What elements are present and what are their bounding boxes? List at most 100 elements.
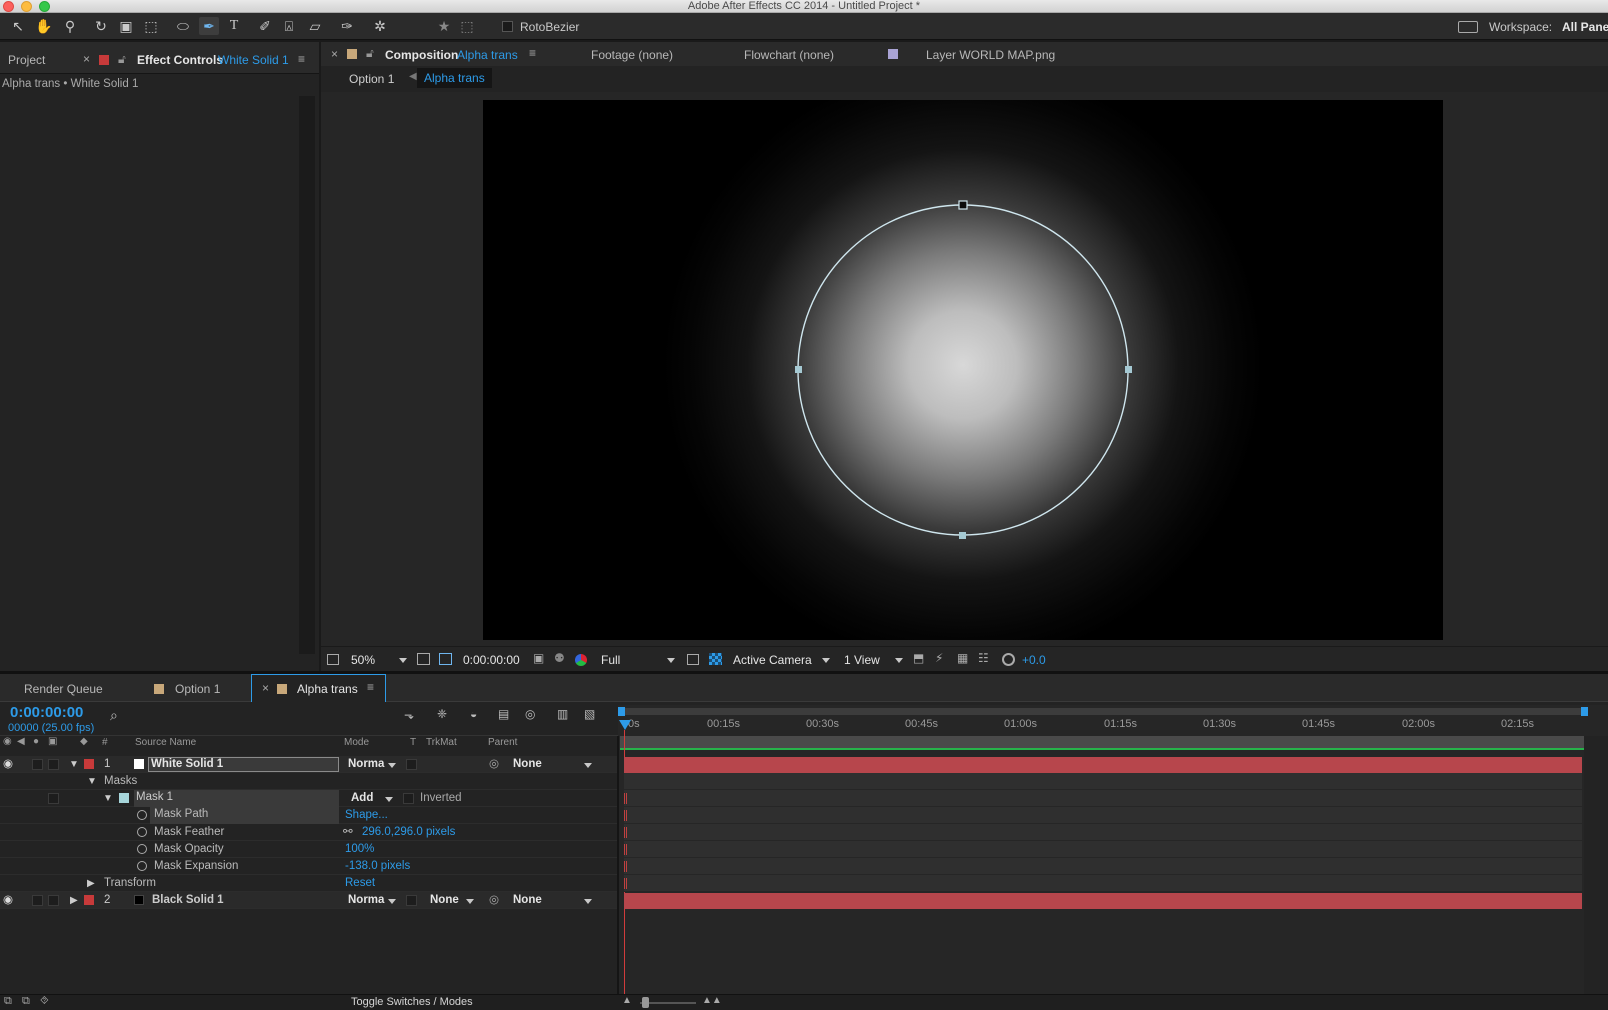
eye-icon[interactable]: ◉ — [3, 893, 13, 908]
ellipse-tool-icon[interactable]: ⬭ — [173, 17, 193, 35]
mask-feather-row[interactable]: Mask Feather ⚯ 296.0,296.0 pixels — [0, 824, 618, 841]
stopwatch-icon[interactable] — [137, 810, 147, 820]
camera-tool-icon[interactable]: ▣ — [116, 17, 136, 35]
chevron-down-icon[interactable] — [466, 899, 474, 904]
modes-pane-icon[interactable]: ⧉ — [22, 995, 30, 1008]
zoom-slider-thumb[interactable] — [642, 997, 649, 1008]
mask-vertex-bottom[interactable] — [959, 532, 966, 539]
tab-layer[interactable]: Layer WORLD MAP.png — [926, 48, 1055, 62]
current-time-display[interactable]: 0:00:00:00 — [10, 704, 83, 721]
rotobezier-checkbox[interactable] — [502, 21, 513, 32]
frame-blending-icon[interactable]: ▤ — [498, 707, 509, 721]
blend-mode-select[interactable]: Norma — [348, 757, 384, 772]
parent-select[interactable]: None — [513, 757, 542, 772]
effect-controls-layer-name[interactable]: White Solid 1 — [218, 53, 289, 67]
expand-triangle-icon[interactable]: ▼ — [103, 791, 113, 806]
mask-feather-value[interactable]: 296.0,296.0 pixels — [362, 825, 455, 840]
lock-icon[interactable]: 🔓︎ — [118, 52, 126, 67]
audio-column-icon[interactable]: ◀ — [17, 736, 25, 747]
current-time-indicator-head[interactable] — [619, 720, 631, 730]
layer-switches-pane-icon[interactable]: ⧉ — [4, 995, 12, 1008]
mask-expansion-value[interactable]: -138.0 pixels — [345, 859, 410, 874]
mask-path-row[interactable]: Mask Path Shape... — [0, 807, 618, 824]
lock-icon[interactable]: 🔓︎ — [366, 46, 374, 61]
constrain-proportions-icon[interactable]: ⚯ — [343, 825, 353, 840]
shy-layers-icon[interactable]: ◒ — [470, 707, 477, 721]
panel-menu-icon[interactable]: ≡ — [529, 46, 536, 60]
mask-name[interactable]: Mask 1 — [136, 791, 173, 803]
mask-1-row[interactable]: ▼ Mask 1 Add Inverted — [0, 790, 618, 807]
work-area-bar[interactable] — [620, 736, 1584, 750]
star-icon[interactable]: ★ — [434, 17, 454, 35]
chevron-down-icon[interactable] — [584, 763, 592, 768]
channels-icon[interactable] — [575, 654, 587, 666]
mask-visibility-icon[interactable] — [439, 653, 452, 665]
keyframe-marker[interactable] — [624, 827, 627, 838]
show-snapshot-icon[interactable]: ⚉ — [554, 651, 565, 665]
region-of-interest-icon[interactable] — [687, 654, 699, 665]
search-input[interactable] — [128, 710, 388, 724]
mask-name-field[interactable]: Mask 1 — [134, 790, 339, 807]
keyframe-marker[interactable] — [624, 793, 627, 804]
keyframe-marker[interactable] — [624, 844, 627, 855]
mask-opacity-row[interactable]: Mask Opacity 100% — [0, 841, 618, 858]
draft-3d-icon[interactable]: ❈ — [437, 707, 447, 721]
clone-stamp-tool-icon[interactable]: ⍓ — [279, 17, 299, 35]
panel-menu-icon[interactable]: ≡ — [298, 52, 305, 66]
motion-blur-icon[interactable]: ◎ — [525, 707, 535, 721]
mask-color-swatch[interactable] — [119, 793, 129, 803]
layer-row-1[interactable]: ◉ ▼ 1 White Solid 1 Norma ◎ None — [0, 756, 618, 773]
mask-expansion-row[interactable]: Mask Expansion -138.0 pixels — [0, 858, 618, 875]
layer-bar-2[interactable] — [624, 893, 1582, 909]
exposure-value[interactable]: +0.0 — [1022, 653, 1046, 667]
layer-name[interactable]: White Solid 1 — [151, 758, 223, 770]
selection-tool-icon[interactable]: ↖ — [8, 17, 28, 35]
layer-name-field[interactable]: White Solid 1 — [148, 757, 339, 772]
label-column-icon[interactable]: ◆ — [80, 736, 88, 747]
pen-tool-icon[interactable]: ✒ — [199, 17, 219, 35]
composition-canvas[interactable] — [483, 100, 1443, 640]
puppet-pin-tool-icon[interactable]: ✲ — [370, 17, 390, 35]
inverted-checkbox[interactable] — [403, 793, 414, 804]
solo-column-icon[interactable]: ● — [33, 736, 39, 747]
tab-alpha-trans-active[interactable]: × Alpha trans ≡ — [251, 674, 386, 702]
zoom-out-icon[interactable]: ▲ — [622, 995, 632, 1006]
mask-lock-switch[interactable] — [48, 793, 59, 804]
eye-icon[interactable]: ◉ — [3, 757, 13, 772]
composition-mini-flowchart-icon[interactable]: ⬎ — [404, 708, 414, 722]
safe-zones-icon[interactable] — [417, 653, 430, 665]
solo-switch[interactable] — [32, 759, 43, 770]
timeline-icon[interactable]: ▦ — [957, 651, 968, 665]
close-icon[interactable]: × — [262, 681, 269, 695]
time-navigator-start-handle[interactable] — [618, 707, 625, 716]
zoom-in-icon[interactable]: ▲▲ — [702, 995, 722, 1006]
preserve-transparency-switch[interactable] — [406, 895, 417, 906]
stopwatch-icon[interactable] — [137, 844, 147, 854]
chevron-down-icon[interactable] — [667, 658, 675, 663]
mask-path-value[interactable]: Shape... — [345, 808, 388, 823]
mask-mode-select[interactable]: Add — [351, 791, 373, 806]
layer-bar-1[interactable] — [624, 757, 1582, 773]
reset-exposure-icon[interactable] — [1002, 653, 1015, 666]
solo-switch[interactable] — [32, 895, 43, 906]
resolution-select[interactable]: Full — [601, 653, 620, 667]
mask-vertex-left[interactable] — [795, 366, 802, 373]
snapshot-camera-icon[interactable]: ▣ — [533, 651, 544, 665]
nav-crumb-option-1[interactable]: Option 1 — [349, 72, 394, 86]
mask-vertex-right[interactable] — [1125, 366, 1132, 373]
grid-snap-icon[interactable]: ⬚ — [457, 17, 477, 35]
blend-mode-select[interactable]: Norma — [348, 893, 384, 908]
search-icon[interactable]: ⌕ — [110, 707, 118, 724]
chevron-down-icon[interactable] — [399, 658, 407, 663]
type-tool-icon[interactable]: T — [224, 17, 244, 35]
keyframe-marker[interactable] — [624, 810, 627, 821]
graph-editor-icon[interactable]: ▧ — [584, 707, 595, 721]
chevron-down-icon[interactable] — [385, 797, 393, 802]
lock-column-icon[interactable]: ▣ — [48, 736, 57, 747]
in-out-pane-icon[interactable]: ⯑ — [40, 995, 49, 1008]
composition-name[interactable]: Alpha trans — [457, 48, 518, 62]
scrollbar[interactable] — [299, 96, 315, 654]
close-icon[interactable]: × — [331, 47, 338, 61]
eye-column-icon[interactable]: ◉ — [3, 736, 12, 747]
tab-flowchart[interactable]: Flowchart (none) — [744, 48, 834, 62]
